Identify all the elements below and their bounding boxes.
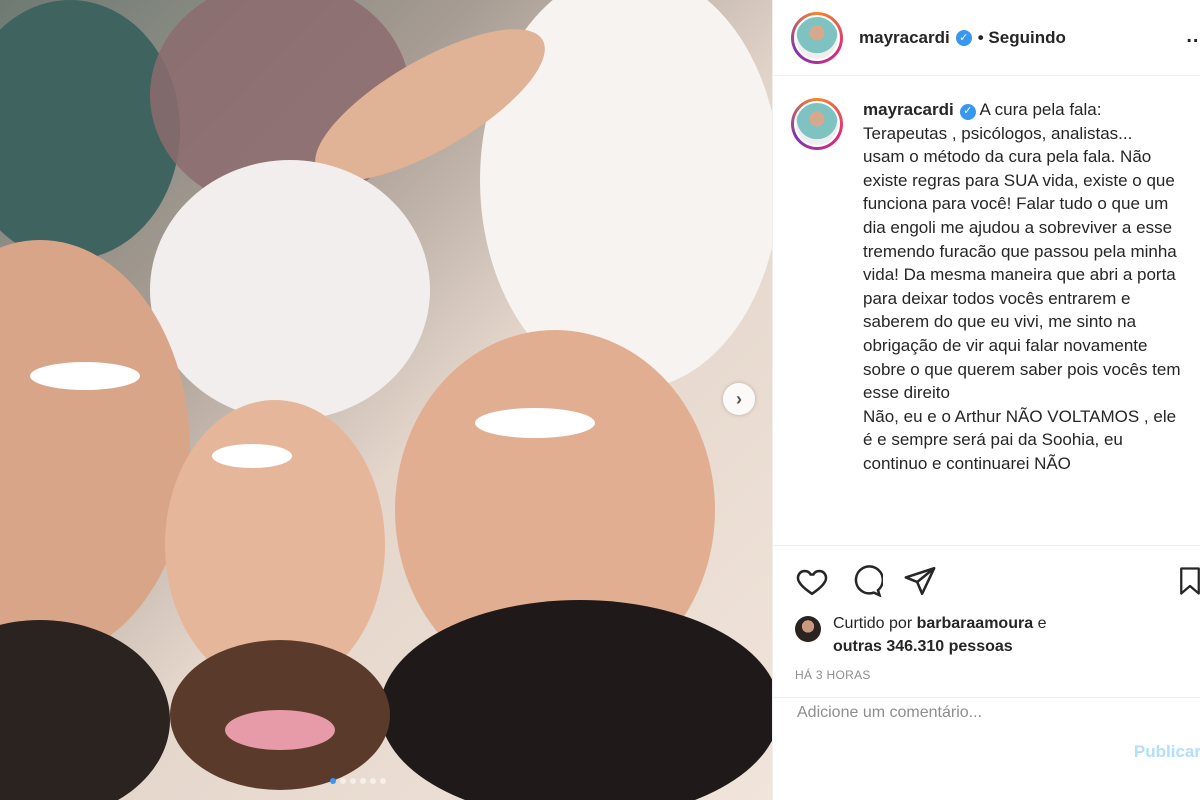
chevron-right-icon: ›: [736, 388, 742, 409]
carousel-dot: [330, 778, 336, 784]
avatar[interactable]: [791, 98, 843, 150]
post-panel: mayracardi ✓ • Seguindo ... mayracardi ✓ …: [772, 0, 1200, 800]
carousel-dot: [360, 778, 366, 784]
carousel-dot: [370, 778, 376, 784]
photo-shape: [475, 408, 595, 438]
caption-body: A cura pela fala: Terapeutas , psicólogo…: [863, 100, 1181, 473]
caption-text: mayracardi ✓ A cura pela fala: Terapeutas…: [863, 98, 1182, 546]
avatar[interactable]: [791, 11, 843, 64]
post-header: mayracardi ✓ • Seguindo ...: [773, 0, 1200, 76]
photo-shape: [0, 620, 170, 800]
carousel-dot: [350, 778, 356, 784]
photo-shape: [30, 362, 140, 390]
action-bar: Curtido por barbaraamoura e outras 346.3…: [773, 545, 1200, 682]
post-photo[interactable]: ›: [0, 0, 772, 800]
timestamp[interactable]: HÁ 3 HORAS: [795, 668, 1200, 682]
likes-count-link[interactable]: outras 346.310 pessoas: [833, 638, 1013, 655]
avatar[interactable]: [795, 616, 821, 642]
bookmark-icon[interactable]: [1175, 564, 1200, 598]
photo-shape: [225, 710, 335, 750]
verified-badge-icon: ✓: [955, 29, 972, 46]
likes-prefix: Curtido por: [833, 615, 913, 632]
photo-shape: [212, 444, 292, 468]
comment-box: Publicar: [773, 697, 1200, 800]
heart-icon[interactable]: [795, 564, 829, 598]
comment-icon[interactable]: [849, 564, 883, 598]
carousel-dot: [340, 778, 346, 784]
photo-shape: [0, 0, 180, 260]
carousel-dot: [380, 778, 386, 784]
publish-button[interactable]: Publicar: [1134, 742, 1200, 762]
paper-plane-icon[interactable]: [903, 564, 937, 598]
more-options-icon[interactable]: ...: [1186, 25, 1200, 48]
next-slide-button[interactable]: ›: [723, 383, 755, 415]
liker-username-link[interactable]: barbaraamoura: [917, 615, 1034, 632]
likes-summary: Curtido por barbaraamoura e outras 346.3…: [795, 612, 1200, 658]
following-button[interactable]: • Seguindo: [978, 28, 1066, 48]
caption-username[interactable]: mayracardi: [863, 100, 954, 119]
likes-conj: e: [1037, 615, 1047, 632]
carousel-dots: [330, 778, 386, 784]
username-link[interactable]: mayracardi: [859, 28, 950, 48]
caption: mayracardi ✓ A cura pela fala: Terapeutas…: [773, 76, 1200, 546]
verified-badge-icon: ✓: [959, 103, 976, 120]
photo-shape: [150, 160, 430, 420]
comment-input[interactable]: [797, 704, 1137, 722]
